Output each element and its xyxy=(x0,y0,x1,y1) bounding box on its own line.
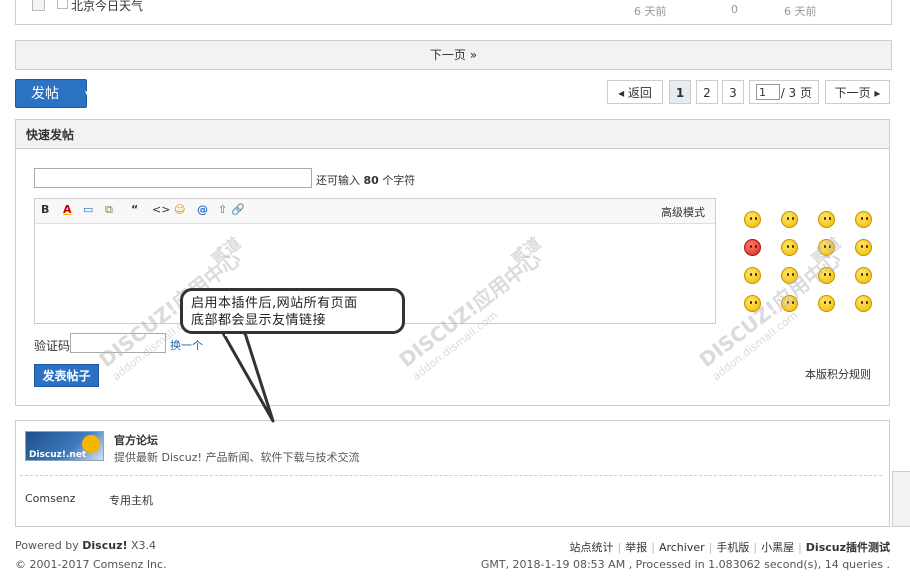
thread-author-time: 6 天前 xyxy=(634,5,667,18)
pager-page-3[interactable]: 3 xyxy=(722,80,744,104)
annotation-callout: 启用本插件后,网站所有页面 底部都会显示友情链接 xyxy=(180,288,405,334)
footer-link-stats[interactable]: 站点统计 xyxy=(570,541,614,554)
row-checkbox[interactable] xyxy=(32,0,45,11)
editor-toolbar: B A ▭ ⧉ “ <> ☺ @ ⇧ 🔗 高级模式 xyxy=(35,199,715,224)
image-icon[interactable]: ▭ xyxy=(83,203,93,217)
credit-rules-link[interactable]: 本版积分规则 xyxy=(805,366,871,382)
remain-suffix: 个字符 xyxy=(382,174,416,187)
smiley-shy-icon[interactable] xyxy=(744,295,761,312)
friend-text-link-host[interactable]: 专用主机 xyxy=(109,492,153,508)
smiley-icon[interactable]: ☺ xyxy=(174,203,185,217)
captcha-change-link[interactable]: 换一个 xyxy=(170,337,203,353)
thread-row[interactable]: 北京今日天气 cscs 6 天前 0 0 cscs 6 天前 xyxy=(15,0,892,25)
thread-views: 0 xyxy=(731,3,738,16)
pager-page-input[interactable]: 1 xyxy=(756,84,780,100)
footer-link-report[interactable]: 举报 xyxy=(625,541,647,554)
powered-prefix: Powered by xyxy=(15,539,79,552)
pager-page-2[interactable]: 2 xyxy=(696,80,718,104)
smiley-dizzy-icon[interactable] xyxy=(818,295,835,312)
smiley-scared-icon[interactable] xyxy=(781,295,798,312)
footer-link-archiver[interactable]: Archiver xyxy=(659,541,705,554)
at-icon[interactable]: @ xyxy=(197,203,208,217)
smiley-smile-icon[interactable] xyxy=(744,211,761,228)
code-icon[interactable]: <> xyxy=(152,203,170,217)
thread-last-time[interactable]: 6 天前 xyxy=(784,3,817,19)
links-divider xyxy=(20,475,882,476)
smiley-grin-icon[interactable] xyxy=(855,267,872,284)
callout-line-1: 启用本插件后,网站所有页面 xyxy=(191,296,358,311)
footer-link-site[interactable]: Discuz插件测试 xyxy=(806,541,890,554)
thread-title[interactable]: 北京今日天气 xyxy=(71,0,143,14)
bold-icon[interactable]: B xyxy=(41,203,49,217)
friend-site-desc: 提供最新 Discuz! 产品新闻、软件下载与技术交流 xyxy=(114,451,360,464)
remain-prefix: 还可输入 xyxy=(316,174,360,187)
font-color-icon[interactable]: A xyxy=(63,203,72,217)
char-remaining: 还可输入 80 个字符 xyxy=(316,172,415,188)
smiley-sleepy-icon[interactable] xyxy=(855,295,872,312)
pager-page-1[interactable]: 1 xyxy=(669,80,691,104)
chevron-down-icon: ▾ xyxy=(85,89,90,99)
remain-count: 80 xyxy=(363,174,379,187)
smiley-cool-icon[interactable] xyxy=(818,211,835,228)
friend-site-name[interactable]: 官方论坛 xyxy=(114,432,158,448)
captcha-label: 验证码 xyxy=(34,339,71,353)
smiley-sweat-icon[interactable] xyxy=(781,267,798,284)
pager-back-button[interactable]: ◂ 返回 xyxy=(607,80,663,104)
upload-icon[interactable]: ⇧ xyxy=(218,203,227,217)
next-page-bar[interactable]: 下一页 » xyxy=(15,40,892,70)
quick-post-heading: 快速发帖 xyxy=(15,119,890,149)
smiley-angry-icon[interactable] xyxy=(744,239,761,256)
callout-tail xyxy=(221,331,275,423)
new-post-label: 发帖 xyxy=(31,86,59,102)
footer-nav: 站点统计 | 举报 | Archiver | 手机版 | 小黑屋 | Discuz插件测试 xyxy=(569,541,890,554)
discuz-logo[interactable]: Discuz!.net xyxy=(25,431,104,461)
smiley-tongue-icon[interactable] xyxy=(818,239,835,256)
pager-total-label: / 3 页 xyxy=(780,86,812,100)
copyright: © 2001-2017 Comsenz Inc. xyxy=(15,558,167,571)
captcha-input[interactable] xyxy=(70,333,166,353)
logo-text: Discuz!.net xyxy=(29,450,87,460)
thread-type-icon xyxy=(57,0,68,9)
smiley-frown-icon[interactable] xyxy=(818,267,835,284)
powered-version: X3.4 xyxy=(131,539,157,552)
powered-by: Powered by Discuz! X3.4 xyxy=(15,539,156,552)
footer-gmt: GMT, 2018-1-19 08:53 AM , Processed in 1… xyxy=(480,558,890,571)
smiley-cry-icon[interactable] xyxy=(855,211,872,228)
attachment-icon[interactable]: ⧉ xyxy=(105,203,113,217)
side-float-toolbar[interactable] xyxy=(892,471,910,527)
powered-name[interactable]: Discuz! xyxy=(82,539,127,552)
footer-link-mobile[interactable]: 手机版 xyxy=(716,541,749,554)
smiley-shock-icon[interactable] xyxy=(781,239,798,256)
pager-next-button[interactable]: 下一页 ▸ xyxy=(825,80,890,104)
smiley-sad-icon[interactable] xyxy=(781,211,798,228)
quote-icon[interactable]: “ xyxy=(131,203,138,217)
new-post-button[interactable]: 发帖 ▾ xyxy=(15,79,90,108)
smiley-laugh-icon[interactable] xyxy=(855,239,872,256)
footer-link-blacklist[interactable]: 小黑屋 xyxy=(761,541,794,554)
link-icon[interactable]: 🔗 xyxy=(231,203,245,217)
smiley-wink-icon[interactable] xyxy=(744,267,761,284)
callout-line-2: 底部都会显示友情链接 xyxy=(191,313,327,328)
friend-text-link-comsenz[interactable]: Comsenz xyxy=(25,492,75,505)
footer-divider xyxy=(15,526,890,527)
advanced-mode-link[interactable]: 高级模式 xyxy=(661,204,705,220)
post-title-input[interactable] xyxy=(34,168,312,188)
submit-post-button[interactable]: 发表帖子 xyxy=(34,364,99,387)
